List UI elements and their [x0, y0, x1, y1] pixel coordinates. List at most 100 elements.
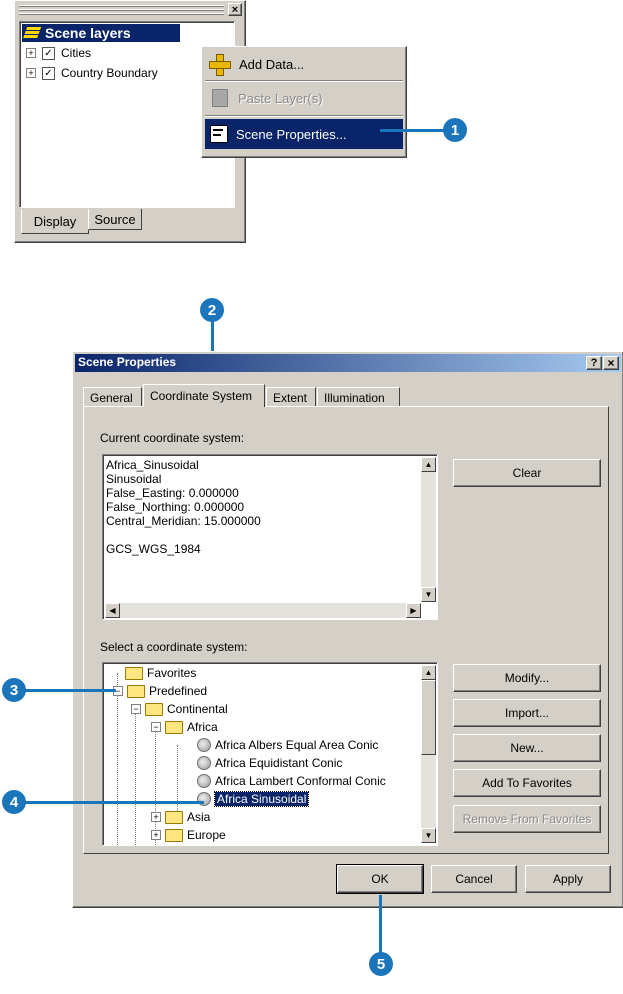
callout-badge: 2 [200, 298, 224, 322]
help-button[interactable]: ? [586, 356, 602, 370]
scroll-down-arrow-icon[interactable]: ▼ [421, 587, 436, 602]
tree-node[interactable]: Africa Sinusoidal [197, 791, 310, 807]
layer-checkbox[interactable]: ✓ [42, 46, 55, 60]
tab-source[interactable]: Source [88, 209, 142, 230]
tab-strip: General Coordinate System Extent Illumin… [83, 384, 603, 407]
callout-line [380, 129, 446, 132]
menu-separator [205, 80, 403, 82]
tab-display[interactable]: Display [21, 209, 89, 234]
scroll-left-arrow-icon[interactable]: ◀ [105, 603, 120, 618]
layer-label: Country Boundary [61, 66, 158, 80]
tree-node[interactable]: − Continental [131, 701, 228, 717]
folder-icon [125, 666, 143, 680]
properties-icon [210, 125, 228, 143]
horizontal-scrollbar[interactable] [105, 603, 421, 618]
scroll-up-arrow-icon[interactable]: ▲ [421, 665, 436, 680]
layers-icon [22, 27, 42, 39]
expand-icon[interactable]: + [26, 48, 36, 58]
vertical-scrollbar[interactable] [421, 457, 436, 602]
new-button[interactable]: New... [453, 734, 601, 762]
folder-icon [127, 684, 145, 698]
globe-icon [197, 774, 211, 788]
collapse-icon[interactable]: − [131, 704, 141, 714]
add-to-favorites-button[interactable]: Add To Favorites [453, 769, 601, 797]
paste-icon [212, 89, 228, 107]
modify-button[interactable]: Modify... [453, 664, 601, 692]
folder-icon [145, 702, 163, 716]
menu-separator [205, 115, 403, 117]
scroll-down-arrow-icon[interactable]: ▼ [421, 828, 436, 843]
window-grip[interactable] [19, 5, 224, 15]
dialog-close-button[interactable]: × [603, 356, 619, 370]
apply-button[interactable]: Apply [525, 865, 611, 893]
menu-item-scene-properties[interactable]: Scene Properties... [205, 119, 403, 149]
layer-checkbox[interactable]: ✓ [42, 66, 55, 80]
toc-close-button[interactable]: × [228, 3, 242, 16]
layer-row[interactable]: + ✓ Country Boundary [26, 66, 158, 80]
tree-node[interactable]: − Africa [151, 719, 218, 735]
tab-panel: Current coordinate system: Africa_Sinuso… [83, 406, 609, 854]
scene-layers-header[interactable]: Scene layers [22, 24, 180, 42]
tree-node[interactable]: Africa Equidistant Conic [197, 755, 342, 771]
tab-general[interactable]: General [83, 387, 142, 407]
cancel-button[interactable]: Cancel [431, 865, 517, 893]
current-system-textbox[interactable]: Africa_Sinusoidal Sinusoidal False_Easti… [102, 454, 438, 620]
globe-icon [197, 738, 211, 752]
menu-item-paste-layers[interactable]: Paste Layer(s) [205, 84, 403, 112]
tab-illumination[interactable]: Illumination [317, 387, 400, 407]
tree-node[interactable]: Favorites [125, 665, 196, 681]
expand-icon[interactable]: + [26, 68, 36, 78]
clear-button[interactable]: Clear [453, 459, 601, 487]
dialog-title: Scene Properties [78, 355, 177, 369]
scroll-right-arrow-icon[interactable]: ▶ [406, 603, 421, 618]
expand-icon[interactable]: + [151, 830, 161, 840]
tree-node[interactable]: Africa Lambert Conformal Conic [197, 773, 386, 789]
add-data-icon [209, 54, 231, 76]
tree-node[interactable]: Africa Albers Equal Area Conic [197, 737, 378, 753]
tree-node-label: Continental [167, 702, 228, 716]
tree-node-label: Africa [187, 720, 218, 734]
callout-badge: 5 [369, 952, 393, 976]
tree-node-label: Predefined [149, 684, 208, 698]
callout-badge: 3 [2, 678, 26, 702]
tree-node[interactable]: + Asia [151, 809, 210, 825]
collapse-icon[interactable]: − [151, 722, 161, 732]
tree-node-label: Asia [187, 810, 211, 824]
callout-badge: 1 [443, 118, 467, 142]
menu-item-add-data[interactable]: Add Data... [205, 50, 403, 78]
callout-line [24, 689, 116, 692]
tab-extent[interactable]: Extent [266, 387, 316, 407]
tree-node-label: Favorites [147, 666, 197, 680]
tree-node-label: Africa Sinusoidal [213, 791, 310, 807]
globe-icon [197, 756, 211, 770]
scroll-thumb[interactable] [421, 680, 436, 755]
tree-node[interactable]: + Europe [151, 827, 226, 843]
ok-button[interactable]: OK [336, 864, 424, 894]
context-menu: Add Data... Paste Layer(s) Scene Propert… [201, 46, 407, 158]
tree-node-label: Africa Lambert Conformal Conic [215, 774, 386, 788]
folder-icon [165, 828, 183, 842]
callout-line [24, 801, 204, 804]
remove-from-favorites-button[interactable]: Remove From Favorites [453, 805, 601, 833]
callout-line [379, 895, 382, 955]
select-system-label: Select a coordinate system: [100, 640, 248, 654]
layer-row[interactable]: + ✓ Cities [26, 46, 91, 60]
expand-icon[interactable]: + [151, 812, 161, 822]
menu-item-label: Add Data... [239, 56, 305, 72]
current-system-label: Current coordinate system: [100, 431, 245, 445]
tree-node-label: Europe [187, 828, 226, 842]
layer-label: Cities [61, 46, 92, 60]
scene-properties-dialog: Scene Properties ? × General Coordinate … [72, 351, 623, 908]
tree-node-label: Africa Albers Equal Area Conic [215, 738, 379, 752]
scene-layers-title: Scene layers [45, 25, 131, 41]
coordinate-system-tree[interactable]: Favorites − Predefined − Continental − A… [102, 662, 438, 846]
menu-item-label: Scene Properties... [236, 126, 347, 142]
menu-item-label: Paste Layer(s) [238, 90, 323, 106]
callout-badge: 4 [2, 790, 26, 814]
folder-icon [165, 720, 183, 734]
scroll-up-arrow-icon[interactable]: ▲ [421, 457, 436, 472]
tab-coordinate-system[interactable]: Coordinate System [143, 384, 265, 407]
import-button[interactable]: Import... [453, 699, 601, 727]
current-system-text: Africa_Sinusoidal Sinusoidal False_Easti… [106, 458, 261, 556]
tree-node[interactable]: − Predefined [113, 683, 207, 699]
